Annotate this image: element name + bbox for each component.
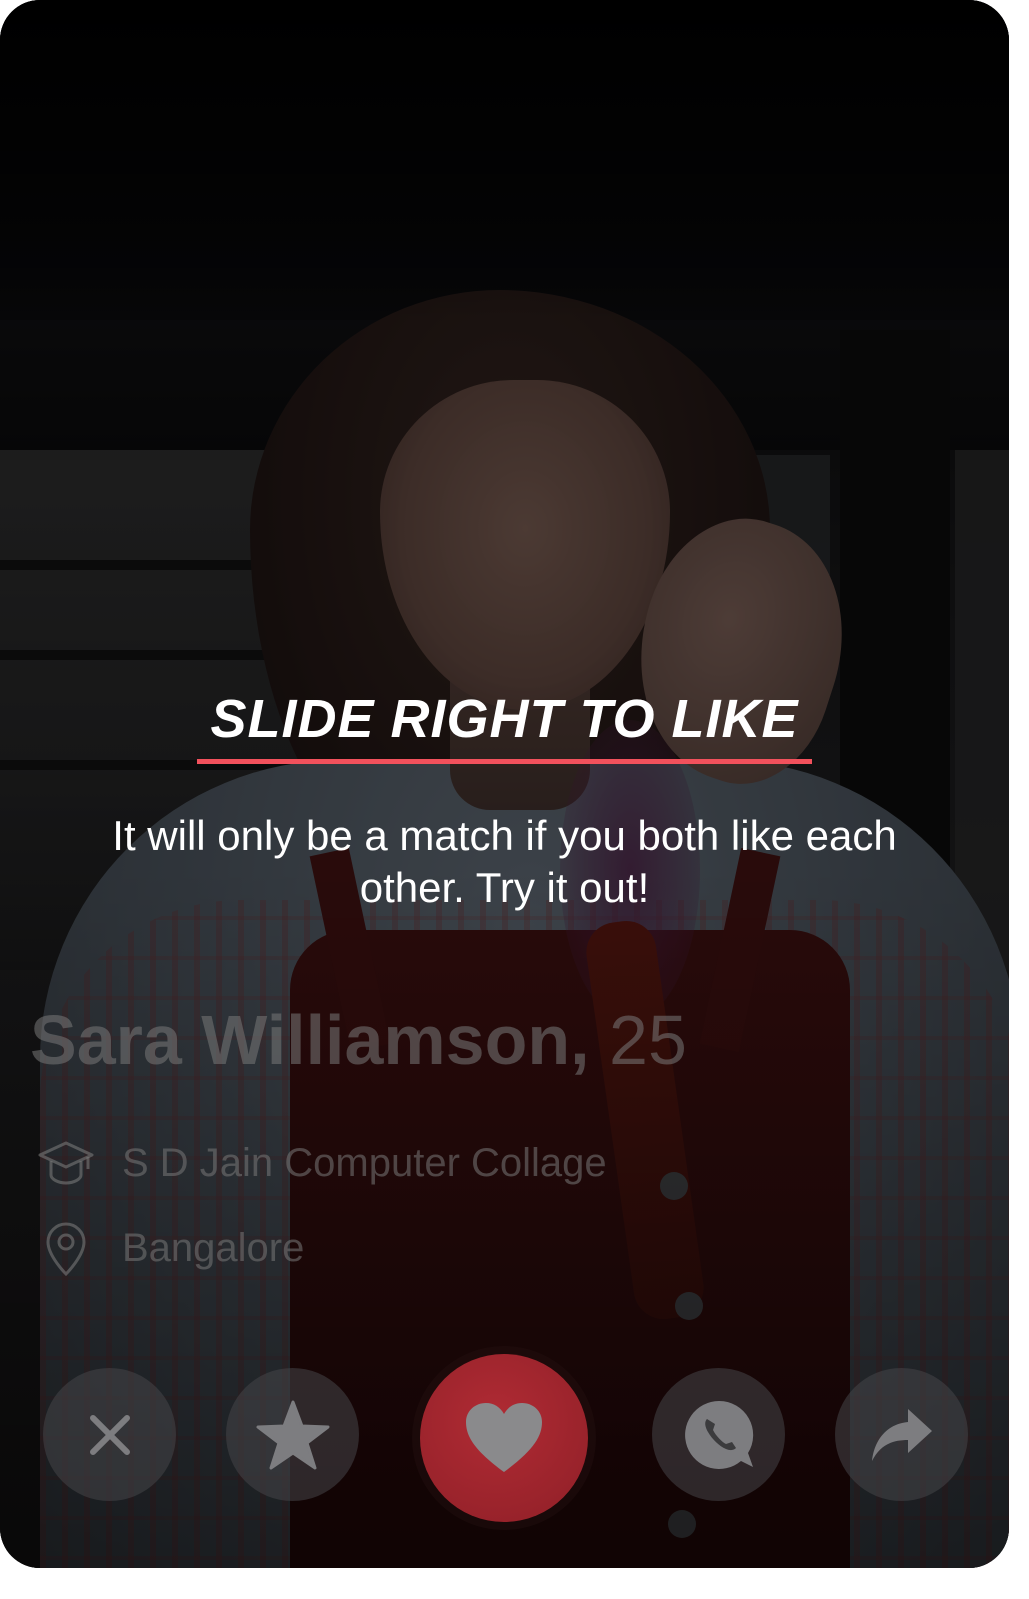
profile-name-text: Sara Williamson, [30,1001,590,1079]
coach-title-underline [197,759,812,764]
super-like-button[interactable] [226,1368,359,1501]
like-button[interactable] [420,1354,588,1522]
location-pin-icon [36,1218,96,1278]
profile-city-row: Bangalore [36,1218,304,1278]
profile-city: Bangalore [122,1225,305,1270]
coach-description: It will only be a match if you both like… [112,812,897,911]
share-button[interactable] [835,1368,968,1501]
chat-phone-icon [681,1397,757,1473]
heart-icon [464,1402,544,1474]
profile-school-row: S D Jain Computer Collage [36,1133,607,1193]
coach-title: SLIDE RIGHT TO LIKE [210,689,799,749]
profile-age: 25 [609,1001,687,1079]
profile-photo [0,0,1009,1568]
profile-name: Sara Williamson, 25 [30,1000,687,1080]
chat-button[interactable] [652,1368,785,1501]
star-icon [256,1400,330,1470]
profile-school: S D Jain Computer Collage [122,1140,607,1185]
share-arrow-icon [870,1407,934,1463]
dislike-button[interactable] [43,1368,176,1501]
close-icon [87,1412,133,1458]
graduation-cap-icon [36,1133,96,1193]
profile-card[interactable]: Sara Williamson, 25 S D Jain Computer Co… [0,0,1009,1568]
